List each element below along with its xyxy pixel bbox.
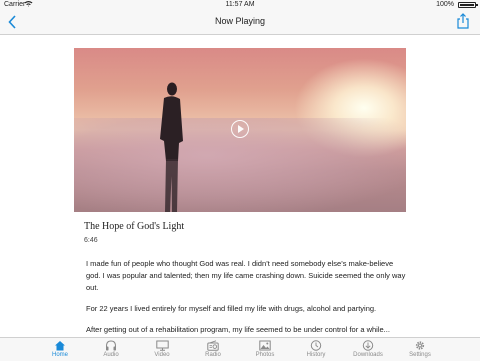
tab-label: Video <box>154 352 170 358</box>
story-title: The Hope of God's Light <box>84 221 185 232</box>
headphones-icon <box>106 340 116 351</box>
story-duration: 6:46 <box>84 237 98 244</box>
clock: 11:57 AM <box>225 1 255 8</box>
tab-label: Settings <box>409 352 431 358</box>
share-button[interactable] <box>456 13 470 29</box>
tab-home[interactable]: Home <box>40 338 80 361</box>
tab-label: Radio <box>205 352 221 358</box>
tab-audio[interactable]: Audio <box>91 338 131 361</box>
video-player[interactable] <box>74 48 406 212</box>
battery-icon <box>458 2 478 8</box>
tab-label: Downloads <box>353 352 383 358</box>
tab-label: Audio <box>103 352 119 358</box>
tab-settings[interactable]: Settings <box>400 338 440 361</box>
tab-bar: Home Audio Video Radio Photos History Do… <box>0 337 480 361</box>
tab-label: Photos <box>255 352 275 358</box>
download-icon <box>362 340 374 351</box>
battery-percent: 100% <box>436 1 454 8</box>
status-bar: Carrier 11:57 AM 100% <box>0 0 480 10</box>
gear-icon <box>415 341 425 350</box>
story-text: I made fun of people who thought God was… <box>86 258 406 337</box>
home-icon <box>55 341 65 351</box>
photo-icon <box>259 340 271 351</box>
story-paragraph: After getting out of a rehabilitation pr… <box>86 325 390 334</box>
story-paragraph: For 22 years I lived entirely for myself… <box>86 304 377 313</box>
navigation-bar: Now Playing <box>0 10 480 35</box>
share-icon <box>457 13 469 29</box>
radio-icon <box>207 340 219 351</box>
tab-history[interactable]: History <box>296 338 336 361</box>
tab-radio[interactable]: Radio <box>193 338 233 361</box>
video-thumbnail-figure <box>160 82 183 212</box>
tab-label: Home <box>51 352 68 358</box>
content-area[interactable]: The Hope of God's Light 6:46 I made fun … <box>0 35 480 337</box>
tab-label: History <box>306 352 326 358</box>
monitor-icon <box>155 340 169 351</box>
page-title: Now Playing <box>214 16 266 26</box>
tab-video[interactable]: Video <box>142 338 182 361</box>
clock-icon <box>310 340 322 351</box>
tab-downloads[interactable]: Downloads <box>348 338 388 361</box>
tab-photos[interactable]: Photos <box>245 338 285 361</box>
play-icon[interactable] <box>231 120 249 138</box>
story-paragraph: I made fun of people who thought God was… <box>86 259 406 292</box>
